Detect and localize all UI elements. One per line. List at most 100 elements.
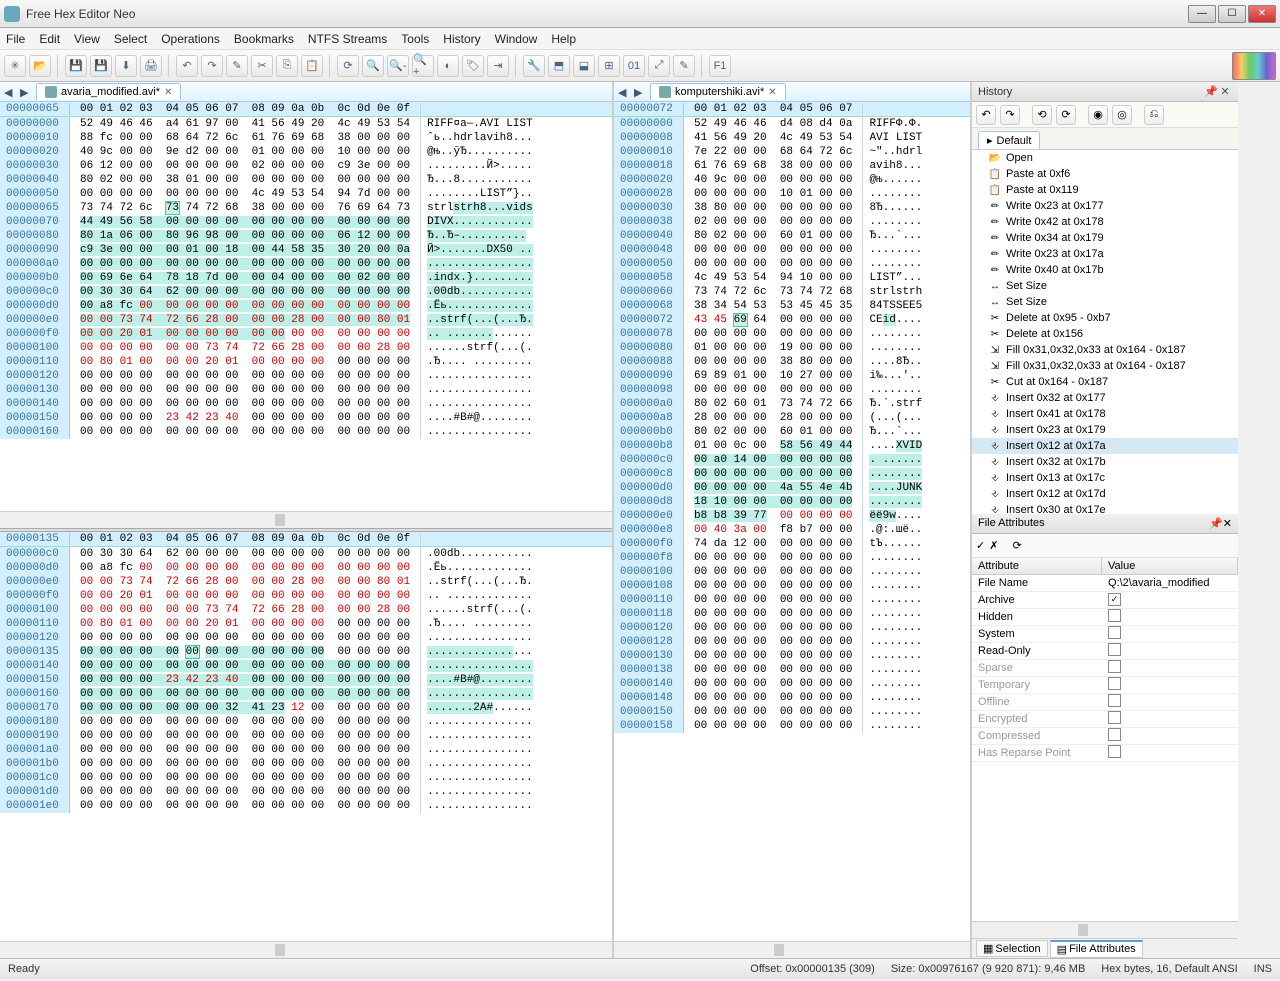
ascii-cell[interactable]: ................ [420,799,539,813]
hex-row[interactable]: 0000010000 00 00 00 00 00 00 00........ [614,565,970,579]
hex-row[interactable]: 0000011000 00 00 00 00 00 00 00........ [614,593,970,607]
end-button[interactable]: ⇥ [487,55,509,77]
ascii-cell[interactable]: .Ёь............. [420,561,539,575]
history-item[interactable]: ✏Write 0x34 at 0x179 [972,230,1238,246]
history-list[interactable]: 📂Open📋Paste at 0xf6📋Paste at 0x119✏Write… [972,150,1238,514]
history-item[interactable]: ⎀Insert 0x12 at 0x17d [972,486,1238,502]
history-item[interactable]: ↔Set Size [972,294,1238,310]
minimize-button[interactable]: — [1188,5,1216,23]
checkbox[interactable] [1108,643,1121,656]
cut-button[interactable]: ✂ [251,55,273,77]
history-item[interactable]: ⎀Insert 0x30 at 0x17e [972,502,1238,514]
scrollbar-h-bottom[interactable] [0,941,612,958]
hex-row[interactable]: 0000004800 00 00 00 00 00 00 00........ [614,243,970,257]
ascii-cell[interactable]: ........ [862,551,928,565]
hex-row[interactable]: 000000e000 00 73 74 72 66 28 00 00 00 28… [0,313,612,327]
hex-row[interactable]: 0000008080 1a 06 00 80 96 98 00 00 00 00… [0,229,612,243]
bytes-cell[interactable]: 00 00 00 00 00 00 00 00 [684,257,862,271]
bytes-cell[interactable]: 00 00 00 00 00 00 00 00 [684,705,862,719]
bytes-cell[interactable]: 00 30 30 64 62 00 00 00 00 00 00 00 00 0… [70,285,420,299]
tool1-button[interactable]: 🔧 [523,55,545,77]
ascii-cell[interactable]: RIFF¤a—.AVI LIST [420,117,539,131]
menu-bookmarks[interactable]: Bookmarks [234,32,294,46]
checkbox[interactable] [1108,626,1121,639]
hex-row[interactable]: 000000107e 22 00 00 68 64 72 6c~"..hdrl [614,145,970,159]
hist-btn-5[interactable]: ◉ [1088,105,1108,125]
ascii-cell[interactable]: ........ [862,677,928,691]
hex-row[interactable]: 0000006838 34 54 53 53 45 45 3584TSSEE5 [614,299,970,313]
hex-pane-bottom[interactable]: 00000135 00 01 02 03 04 05 06 07 08 09 0… [0,532,612,941]
paste-button[interactable]: 📋 [301,55,323,77]
history-item[interactable]: ⎀Insert 0x23 at 0x179 [972,422,1238,438]
bytes-cell[interactable]: 06 12 00 00 00 00 00 00 02 00 00 00 c9 3… [70,159,420,173]
bytes-cell[interactable]: 88 fc 00 00 68 64 72 6c 61 76 69 68 38 0… [70,131,420,145]
bytes-cell[interactable]: 00 00 00 00 00 00 00 00 [684,593,862,607]
ascii-cell[interactable]: ................ [420,729,539,743]
ascii-cell[interactable]: .Ђ.... ......... [420,355,539,369]
history-item[interactable]: ⇲Fill 0x31,0x32,0x33 at 0x164 - 0x187 [972,358,1238,374]
ascii-cell[interactable]: ........ [862,607,928,621]
pin-icon[interactable]: 📌 [1204,85,1218,98]
hex-row[interactable]: 000000a828 00 00 00 28 00 00 00(...(... [614,411,970,425]
history-item[interactable]: ⎀Insert 0x32 at 0x177 [972,390,1238,406]
hex-row[interactable]: 000001a000 00 00 00 00 00 00 00 00 00 00… [0,743,612,757]
ascii-cell[interactable]: Й>.......DX50 .. [420,243,539,257]
bytes-cell[interactable]: 00 00 00 00 00 00 00 00 00 00 00 00 00 0… [70,425,420,439]
copy-button[interactable]: ⎘ [276,55,298,77]
bytes-cell[interactable]: 38 80 00 00 00 00 00 00 [684,201,862,215]
ascii-cell[interactable]: ................ [420,645,539,659]
history-item[interactable]: ✂Cut at 0x164 - 0x187 [972,374,1238,390]
ascii-cell[interactable]: .........Й>..... [420,159,539,173]
hex-row[interactable]: 0000006073 74 72 6c 73 74 72 68strlstrh [614,285,970,299]
hex-row[interactable]: 0000005000 00 00 00 00 00 00 00 4c 49 53… [0,187,612,201]
ascii-cell[interactable]: ................ [420,757,539,771]
col-attribute[interactable]: Attribute [972,558,1102,574]
scrollbar-h-fa[interactable] [972,921,1238,938]
ascii-cell[interactable]: ........ [862,649,928,663]
ascii-cell[interactable]: ....8Ђ.. [862,355,928,369]
bytes-cell[interactable]: 38 34 54 53 53 45 45 35 [684,299,862,313]
bytes-cell[interactable]: 00 a8 fc 00 00 00 00 00 00 00 00 00 00 0… [70,561,420,575]
history-item[interactable]: ⇲Fill 0x31,0x32,0x33 at 0x164 - 0x187 [972,342,1238,358]
bytes-cell[interactable]: 00 00 00 00 00 00 00 00 00 00 00 00 00 0… [70,757,420,771]
ascii-cell[interactable]: @њ..ўЂ.......... [420,145,539,159]
bytes-cell[interactable]: 00 00 00 00 00 00 00 00 [684,579,862,593]
redo-button[interactable]: ↷ [201,55,223,77]
history-item[interactable]: 📂Open [972,150,1238,166]
new-button[interactable]: ✳ [4,55,26,77]
bytes-cell[interactable]: c9 3e 00 00 00 01 00 18 00 44 58 35 30 2… [70,243,420,257]
bytes-cell[interactable]: 01 00 00 00 19 00 00 00 [684,341,862,355]
hex-row[interactable]: 000000c000 a0 14 00 00 00 00 00. ...... [614,453,970,467]
ascii-cell[interactable]: ................ [420,687,539,701]
bytes-cell[interactable]: 00 00 00 00 00 00 00 00 00 00 00 00 00 0… [70,645,420,659]
bytes-cell[interactable]: 52 49 46 46 a4 61 97 00 41 56 49 20 4c 4… [70,117,420,131]
tab-avaria[interactable]: avaria_modified.avi* ✕ [36,83,181,100]
bits-button[interactable]: 01 [623,55,645,77]
menu-window[interactable]: Window [495,32,538,46]
ascii-cell[interactable]: ..strf(...(...Ђ. [420,313,539,327]
hex-row[interactable]: 0000014000 00 00 00 00 00 00 00........ [614,677,970,691]
ascii-cell[interactable]: ................ [420,715,539,729]
ascii-cell[interactable]: ........ [862,341,928,355]
hex-row[interactable]: 0000017000 00 00 00 00 00 00 32 41 23 12… [0,701,612,715]
bytes-cell[interactable]: 00 69 6e 64 78 18 7d 00 00 04 00 00 00 0… [70,271,420,285]
hex-row[interactable]: 0000000052 49 46 46 d4 08 d4 0aRIFFФ.Ф. [614,117,970,131]
history-item[interactable]: ⎀Insert 0x32 at 0x17b [972,454,1238,470]
hex-row[interactable]: 0000015000 00 00 00 23 42 23 40 00 00 00… [0,673,612,687]
ascii-cell[interactable]: ........ [862,579,928,593]
history-item[interactable]: ✏Write 0x42 at 0x178 [972,214,1238,230]
hex-row[interactable]: 000000e000 00 73 74 72 66 28 00 00 00 28… [0,575,612,589]
bytes-cell[interactable]: 43 45 69 64 00 00 00 00 [684,313,862,327]
tab-file-attributes[interactable]: ▤ File Attributes [1050,940,1143,958]
bytes-cell[interactable]: 00 30 30 64 62 00 00 00 00 00 00 00 00 0… [70,547,420,561]
ascii-cell[interactable]: AVI LIST [862,131,928,145]
ascii-cell[interactable]: ................ [420,425,539,439]
open-button[interactable]: 📂 [29,55,51,77]
prev-button[interactable]: ◀ [4,86,16,98]
bytes-cell[interactable]: 00 80 01 00 00 00 20 01 00 00 00 00 00 0… [70,617,420,631]
hex-row[interactable]: 0000019000 00 00 00 00 00 00 00 00 00 00… [0,729,612,743]
ascii-cell[interactable]: ................ [420,771,539,785]
hex-row[interactable]: 000001c000 00 00 00 00 00 00 00 00 00 00… [0,771,612,785]
hex-row[interactable]: 0000015000 00 00 00 00 00 00 00........ [614,705,970,719]
hex-row[interactable]: 000000f800 00 00 00 00 00 00 00........ [614,551,970,565]
